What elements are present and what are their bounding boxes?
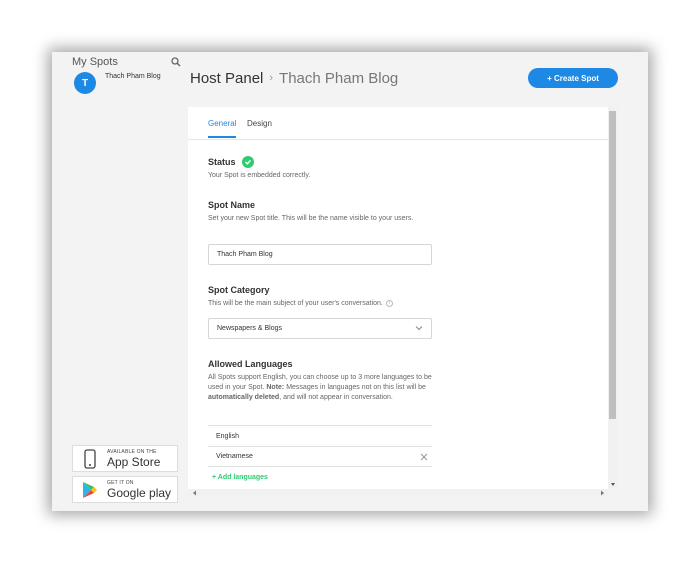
status-title: Status	[208, 157, 236, 167]
app-store-label: App Store	[107, 454, 161, 469]
language-label: Vietnamese	[216, 453, 253, 460]
spot-category-select[interactable]: Newspapers & Blogs	[208, 318, 432, 339]
google-play-label: Google play	[107, 485, 172, 500]
language-label: English	[216, 432, 239, 440]
spot-category-description: This will be the main subject of your us…	[208, 300, 383, 307]
settings-panel: General Design Status Your Spot is embed…	[188, 107, 618, 489]
languages-desc-part3: , and will not appear in conversation.	[279, 394, 393, 401]
close-icon[interactable]	[420, 453, 428, 461]
chevron-down-icon	[415, 326, 423, 331]
sidebar-title: My Spots	[72, 56, 118, 68]
spot-name-input[interactable]: Thach Pham Blog	[208, 244, 432, 265]
status-description: Your Spot is embedded correctly.	[208, 172, 311, 179]
app-window: My Spots T Thach Pham Blog AVAILABLE ON …	[52, 52, 648, 511]
google-play-icon	[81, 479, 99, 501]
google-play-button[interactable]: GET IT ON Google play	[72, 476, 178, 503]
languages-description: All Spots support English, you can choos…	[208, 373, 436, 403]
language-item: English	[208, 425, 432, 446]
spot-category-value: Newspapers & Blogs	[217, 325, 282, 332]
create-spot-button[interactable]: + Create Spot	[528, 68, 618, 88]
checkmark-icon	[242, 156, 254, 168]
search-icon[interactable]	[171, 57, 181, 67]
breadcrumb-spot-name: Thach Pham Blog	[279, 69, 399, 87]
scroll-left-arrow-icon[interactable]	[192, 490, 197, 496]
sidebar-item-spot[interactable]: T Thach Pham Blog	[74, 70, 184, 96]
horizontal-scrollbar[interactable]	[188, 489, 608, 497]
breadcrumb: Host Panel › Thach Pham Blog	[190, 68, 398, 88]
scrollbar-thumb[interactable]	[609, 111, 616, 419]
spot-name-title: Spot Name	[208, 200, 256, 210]
app-store-small-text: AVAILABLE ON THE	[107, 448, 157, 455]
languages-desc-part2: Messages in languages not on this list w…	[284, 384, 426, 391]
google-play-small-text: GET IT ON	[107, 479, 134, 486]
spot-logo-icon: T	[74, 72, 96, 94]
scroll-down-arrow-icon[interactable]	[608, 482, 618, 487]
tab-general[interactable]: General	[208, 119, 237, 138]
sidebar: My Spots T Thach Pham Blog AVAILABLE ON …	[52, 52, 186, 511]
spot-category-description-row: This will be the main subject of your us…	[208, 299, 468, 309]
sidebar-item-label: Thach Pham Blog	[105, 73, 161, 80]
vertical-scrollbar[interactable]	[608, 107, 618, 489]
spot-name-description: Set your new Spot title. This will be th…	[208, 215, 414, 222]
scroll-right-arrow-icon[interactable]	[600, 490, 605, 496]
tab-design[interactable]: Design	[247, 119, 272, 136]
phone-icon	[81, 448, 99, 470]
tab-bar: General Design	[188, 107, 618, 140]
languages-desc-bold: automatically deleted	[208, 394, 280, 401]
page-title: Host Panel	[190, 69, 264, 87]
info-icon[interactable]: i	[385, 299, 393, 307]
languages-title: Allowed Languages	[208, 359, 293, 369]
add-languages-link[interactable]: + Add languages	[212, 474, 268, 481]
language-item: Vietnamese	[208, 446, 432, 467]
breadcrumb-separator: ›	[269, 72, 274, 84]
spot-category-title: Spot Category	[208, 285, 270, 295]
languages-desc-note: Note:	[266, 384, 285, 391]
app-store-button[interactable]: AVAILABLE ON THE App Store	[72, 445, 178, 472]
